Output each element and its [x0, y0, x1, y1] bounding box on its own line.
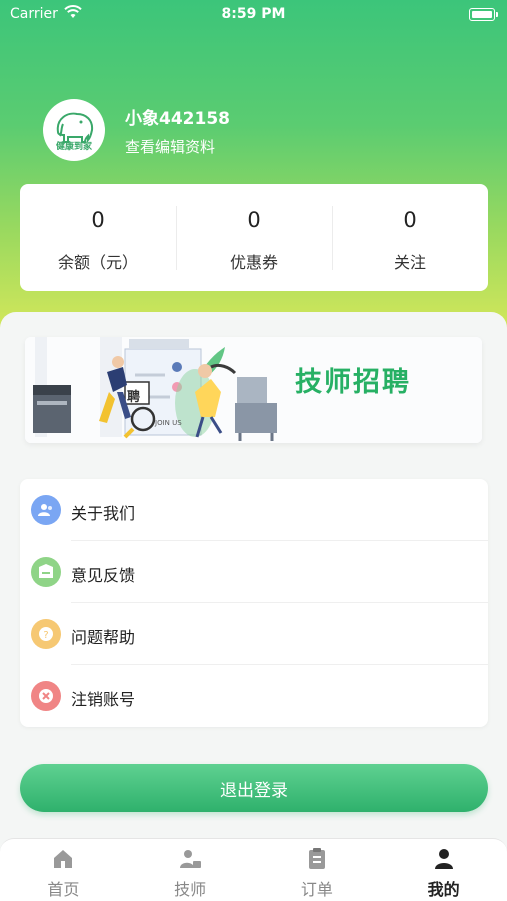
banner-title: 技师招聘	[295, 367, 411, 398]
menu-item-delete-account[interactable]: 注销账号	[20, 665, 488, 727]
tab-label: 订单	[300, 880, 333, 899]
help-icon: ?	[31, 619, 61, 649]
tab-profile[interactable]: 我的	[380, 839, 507, 901]
stat-value: 0	[403, 208, 417, 232]
avatar[interactable]: 健康到家	[43, 99, 105, 161]
users-icon	[31, 495, 61, 525]
stat-value: 0	[91, 208, 105, 232]
tab-home[interactable]: 首页	[0, 839, 127, 901]
menu-item-help[interactable]: ? 问题帮助	[20, 603, 488, 665]
stat-balance[interactable]: 0 余额（元）	[20, 184, 176, 291]
tab-orders[interactable]: 订单	[254, 839, 381, 901]
home-icon	[54, 850, 73, 868]
tab-label: 首页	[47, 880, 80, 899]
feedback-icon	[31, 557, 61, 587]
clock: 8:59 PM	[221, 6, 286, 22]
edit-profile-link[interactable]: 查看编辑资料	[125, 136, 215, 157]
username: 小象442158	[125, 109, 230, 129]
technician-icon	[180, 850, 202, 868]
menu-item-feedback[interactable]: 意见反馈	[20, 541, 488, 603]
menu-item-label: 关于我们	[71, 504, 136, 523]
stat-label: 余额（元）	[57, 253, 138, 272]
menu-item-label: 意见反馈	[71, 566, 136, 585]
recruit-badge: 聘	[127, 390, 141, 405]
recruit-banner[interactable]: 聘 JOIN US	[25, 337, 482, 443]
profile-icon	[434, 849, 453, 869]
stat-following[interactable]: 0 关注	[332, 184, 488, 291]
menu-item-label: 注销账号	[71, 690, 136, 709]
tab-label: 我的	[427, 880, 460, 899]
menu-item-about[interactable]: 关于我们	[20, 479, 488, 541]
menu-item-label: 问题帮助	[71, 628, 136, 647]
logout-button[interactable]: 退出登录	[20, 764, 488, 812]
stat-value: 0	[247, 208, 261, 232]
tab-technician[interactable]: 技师	[127, 839, 254, 901]
svg-text:?: ?	[43, 630, 48, 641]
avatar-logo-text: 健康到家	[55, 142, 92, 152]
delete-icon	[31, 681, 61, 711]
orders-icon	[308, 848, 325, 869]
settings-menu: 关于我们 意见反馈 ? 问题帮助 注销账号	[20, 479, 488, 727]
battery-icon	[469, 8, 498, 21]
join-us-sign: JOIN US	[155, 419, 182, 427]
stat-coupons[interactable]: 0 优惠券	[176, 184, 332, 291]
recruit-illustration-icon	[25, 337, 482, 443]
stats-card: 0 余额（元） 0 优惠券 0 关注	[20, 184, 488, 291]
status-bar: Carrier 8:59 PM	[0, 0, 507, 28]
tab-bar: 首页 技师 订单 我的	[0, 838, 507, 901]
stat-label: 优惠券	[229, 253, 278, 272]
stat-label: 关注	[393, 253, 426, 272]
tab-label: 技师	[174, 880, 207, 899]
